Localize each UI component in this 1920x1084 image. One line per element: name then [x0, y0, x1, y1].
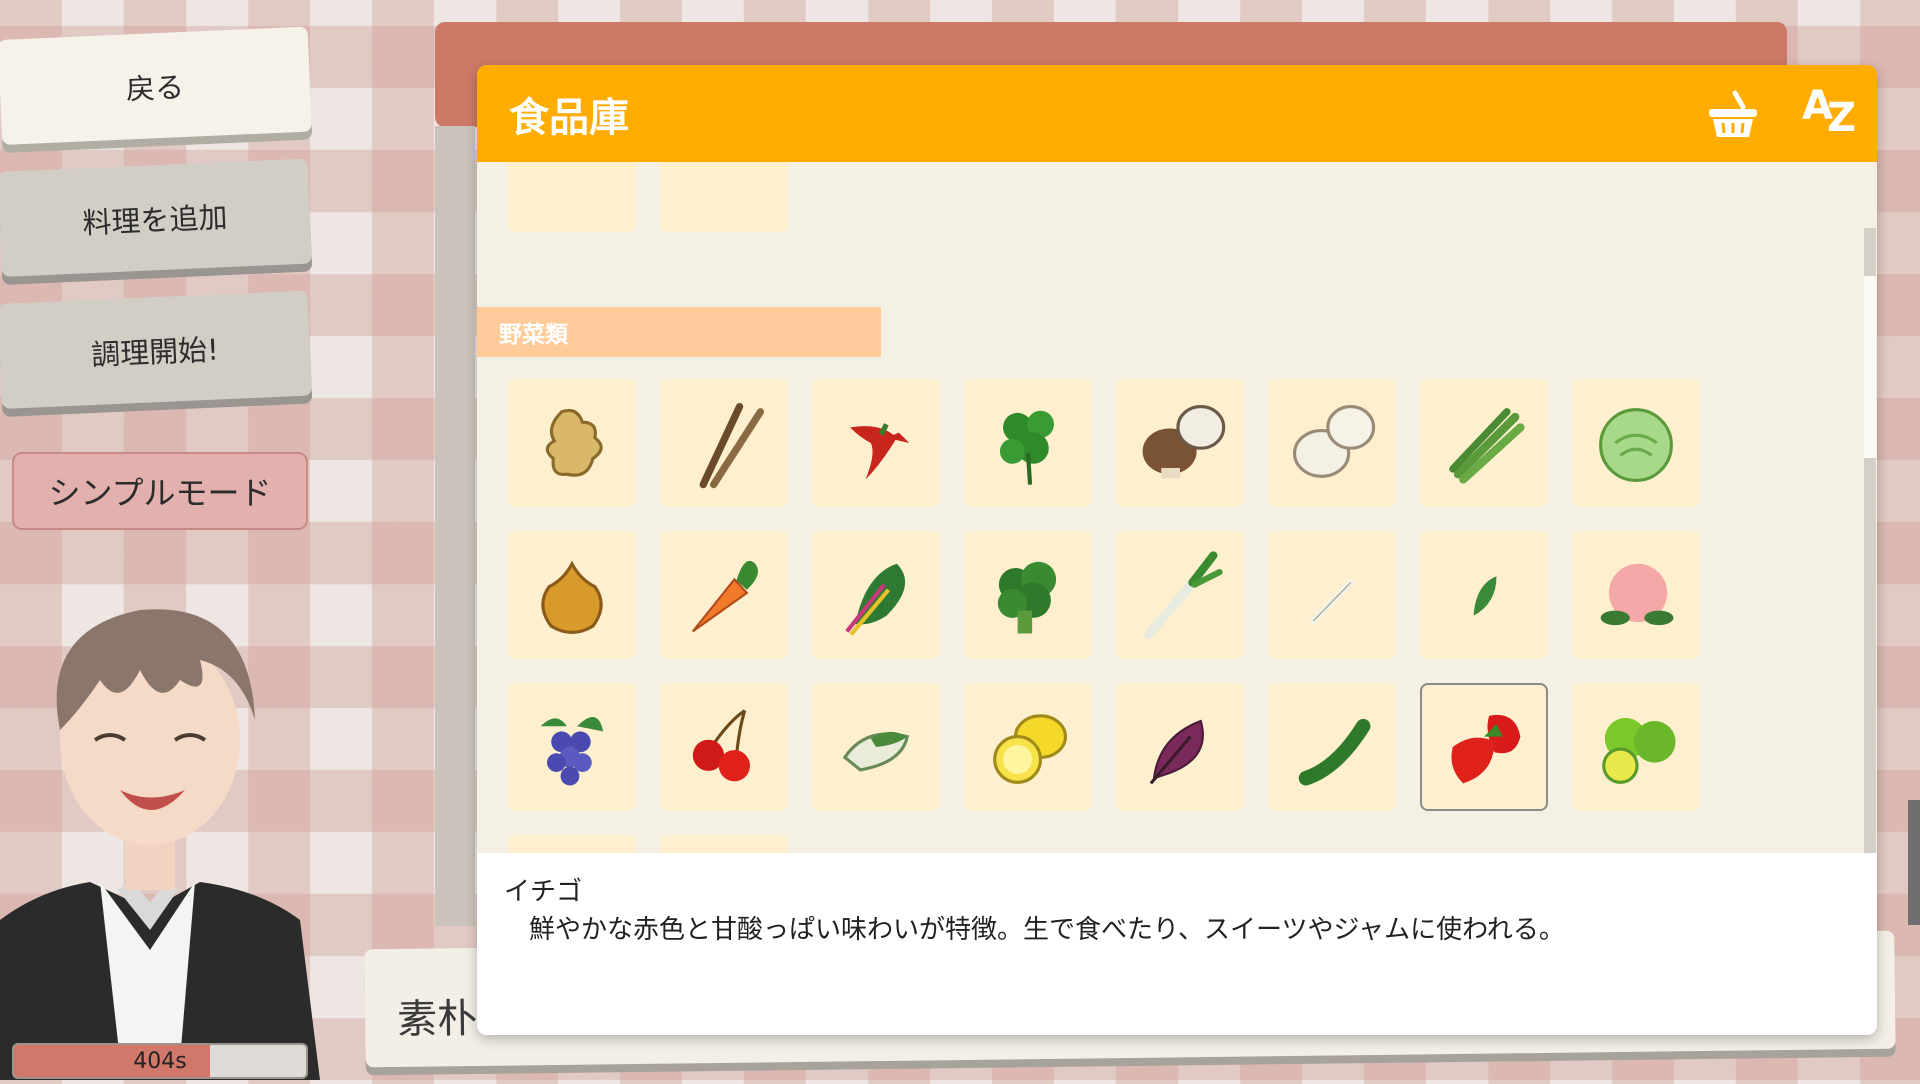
ingredient-white-mushroom[interactable] [1268, 379, 1396, 507]
character-portrait [0, 590, 330, 1080]
ingredient-parsley[interactable] [964, 379, 1092, 507]
start-cooking-button[interactable]: 調理開始! [0, 290, 312, 409]
ingredient-ginger[interactable] [508, 379, 636, 507]
ingredient-cabbage[interactable] [1572, 379, 1700, 507]
ingredient-name: イチゴ [504, 877, 583, 907]
ingredient-scrollbar-thumb[interactable] [1864, 276, 1876, 458]
ingredient-carrot[interactable] [660, 531, 788, 659]
ingredient-chard[interactable] [812, 531, 940, 659]
ingredient-asparagus[interactable] [1420, 379, 1548, 507]
basket-icon[interactable] [1705, 87, 1761, 143]
pantry-dialog: 食品庫 AZ 野菜類 イチゴ 鮮やかな赤色と甘酸っぱい味わいが特徴。生で食べたり… [477, 65, 1877, 1035]
vegetables-section-header: 野菜類 [477, 307, 881, 357]
ingredient-onion[interactable] [508, 531, 636, 659]
ingredient-lemon[interactable] [964, 683, 1092, 811]
dish-name: 素朴 [396, 995, 478, 1043]
add-dish-button[interactable]: 料理を追加 [0, 158, 312, 277]
ingredient-red-chili[interactable] [812, 379, 940, 507]
ingredient-description-panel: イチゴ 鮮やかな赤色と甘酸っぱい味わいが特徴。生で食べたり、スイーツやジャムに使… [477, 853, 1877, 1035]
time-remaining-bar: 404s [12, 1043, 308, 1079]
ingredient-leek[interactable] [1116, 531, 1244, 659]
simple-mode-button[interactable]: シンプルモード [12, 452, 308, 530]
ingredient-shiitake-mushroom[interactable] [1116, 379, 1244, 507]
ingredient-burdock[interactable] [660, 379, 788, 507]
ingredient-leaf[interactable] [1420, 531, 1548, 659]
ingredient-peach[interactable] [1572, 531, 1700, 659]
time-remaining-text: 404s [133, 1048, 187, 1074]
ingredient-grid: 野菜類 [477, 162, 1877, 918]
pantry-title: 食品庫 [509, 95, 629, 141]
ingredient-cucumber[interactable] [1268, 683, 1396, 811]
ingredient-broccoli[interactable] [964, 531, 1092, 659]
ingredient-tile[interactable] [508, 162, 636, 232]
sort-az-icon[interactable]: AZ [1802, 83, 1862, 141]
ingredient-small-leek[interactable] [1268, 531, 1396, 659]
ingredient-napa-cabbage[interactable] [812, 683, 940, 811]
ingredient-strawberry[interactable] [1420, 683, 1548, 811]
ingredient-tile[interactable] [660, 162, 788, 232]
background-panel-column [435, 126, 475, 926]
ingredient-cherry[interactable] [660, 683, 788, 811]
ingredient-blueberry[interactable] [508, 683, 636, 811]
sort-label-z: Z [1826, 95, 1856, 141]
ingredient-lime[interactable] [1572, 683, 1700, 811]
pantry-header: 食品庫 AZ [477, 65, 1877, 162]
ingredient-description: 鮮やかな赤色と甘酸っぱい味わいが特徴。生で食べたり、スイーツやジャムに使われる。 [529, 915, 1565, 945]
ingredient-red-shiso[interactable] [1116, 683, 1244, 811]
back-button[interactable]: 戻る [0, 26, 312, 145]
edge-scrollbar [1908, 800, 1920, 925]
